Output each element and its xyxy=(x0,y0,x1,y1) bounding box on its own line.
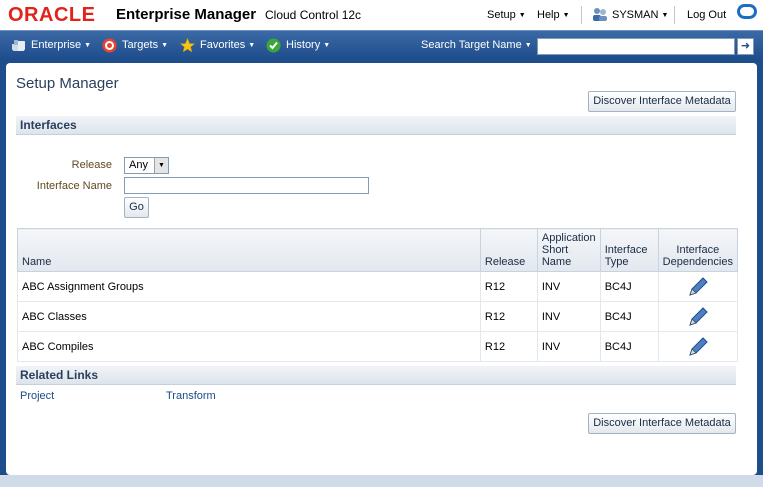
cell-app-short-name: INV xyxy=(536,301,601,332)
chevron-down-icon: ▼ xyxy=(518,12,526,19)
enterprise-icon xyxy=(12,40,25,51)
cell-interface-type: BC4J xyxy=(599,331,659,362)
edit-pencil-icon[interactable] xyxy=(687,276,709,298)
setup-menu-label: Setup xyxy=(487,9,516,21)
column-header-app-short-name[interactable]: Application Short Name xyxy=(536,228,601,272)
cell-app-short-name: INV xyxy=(536,331,601,362)
nav-history[interactable]: History ▼ xyxy=(286,39,330,51)
nav-targets[interactable]: Targets ▼ xyxy=(122,39,168,51)
chevron-down-icon: ▼ xyxy=(524,42,532,49)
cell-release: R12 xyxy=(479,271,538,302)
cell-name: ABC Compiles xyxy=(17,331,481,362)
nav-history-label: History xyxy=(286,39,321,51)
discover-interface-metadata-button[interactable]: Discover Interface Metadata xyxy=(588,91,736,112)
search-target-dropdown[interactable]: Search Target Name ▼ xyxy=(421,39,532,51)
bottom-strip xyxy=(0,475,763,487)
interface-name-label: Interface Name xyxy=(36,180,112,192)
related-links-section-header: Related Links xyxy=(16,366,736,385)
project-link[interactable]: Project xyxy=(20,390,54,402)
discover-interface-metadata-button-bottom[interactable]: Discover Interface Metadata xyxy=(588,413,736,434)
targets-icon xyxy=(102,38,117,53)
cell-interface-dependencies xyxy=(657,271,739,302)
table-header-row: Name Release Application Short Name Inte… xyxy=(17,228,739,272)
edit-pencil-icon[interactable] xyxy=(687,306,709,328)
chevron-down-icon: ▼ xyxy=(661,12,669,19)
release-select-value: Any xyxy=(129,159,148,171)
column-header-interface-dependencies: Interface Dependencies xyxy=(657,228,739,272)
column-header-interface-type[interactable]: Interface Type xyxy=(599,228,659,272)
nav-enterprise[interactable]: Enterprise ▼ xyxy=(31,39,91,51)
nav-favorites[interactable]: Favorites ▼ xyxy=(200,39,255,51)
main-navbar: Enterprise ▼ Targets ▼ Favorites ▼ History ▼… xyxy=(0,30,763,60)
setup-menu[interactable]: Setup ▼ xyxy=(487,9,526,21)
cell-name: ABC Classes xyxy=(17,301,481,332)
chevron-down-icon: ▼ xyxy=(323,42,331,49)
cell-interface-type: BC4J xyxy=(599,301,659,332)
page-title: Setup Manager xyxy=(16,75,119,92)
nav-enterprise-label: Enterprise xyxy=(31,39,82,51)
transform-link[interactable]: Transform xyxy=(166,390,216,402)
nav-favorites-label: Favorites xyxy=(200,39,246,51)
app-title: Enterprise Manager xyxy=(116,6,257,23)
search-target-label: Search Target Name xyxy=(421,39,522,51)
chevron-down-icon: ▼ xyxy=(84,42,92,49)
history-icon xyxy=(266,38,281,53)
column-header-release[interactable]: Release xyxy=(479,228,538,272)
chevron-down-icon: ▼ xyxy=(562,12,570,19)
user-menu[interactable]: SYSMAN ▼ xyxy=(612,9,668,21)
interface-name-input[interactable] xyxy=(124,177,369,194)
user-menu-label: SYSMAN xyxy=(612,9,659,21)
app-subtitle: Cloud Control 12c xyxy=(265,8,362,22)
oracle-logo: ORACLE xyxy=(8,4,96,26)
edit-pencil-icon[interactable] xyxy=(687,336,709,358)
release-label: Release xyxy=(71,159,112,171)
go-button[interactable]: Go xyxy=(124,197,149,218)
cell-interface-dependencies xyxy=(657,301,739,332)
global-header: ORACLE Enterprise Manager Cloud Control … xyxy=(0,0,763,30)
divider xyxy=(674,6,675,24)
user-icon xyxy=(593,8,607,21)
column-header-name[interactable]: Name xyxy=(17,228,481,272)
release-select[interactable]: Any ▼ xyxy=(124,157,169,174)
related-links-section-title: Related Links xyxy=(20,368,99,382)
interfaces-section-header: Interfaces xyxy=(16,116,736,135)
logout-link[interactable]: Log Out xyxy=(687,9,726,21)
cell-release: R12 xyxy=(479,301,538,332)
table-row: ABC Compiles R12 INV BC4J xyxy=(17,331,739,362)
cell-release: R12 xyxy=(479,331,538,362)
search-go-arrow-icon[interactable]: ➜ xyxy=(737,38,754,55)
cell-name: ABC Assignment Groups xyxy=(17,271,481,302)
cell-interface-type: BC4J xyxy=(599,271,659,302)
divider xyxy=(581,6,582,24)
cell-interface-dependencies xyxy=(657,331,739,362)
search-target-input[interactable] xyxy=(537,38,735,55)
help-menu-label: Help xyxy=(537,9,560,21)
help-menu[interactable]: Help ▼ xyxy=(537,9,570,21)
chevron-down-icon: ▼ xyxy=(161,42,169,49)
cell-app-short-name: INV xyxy=(536,271,601,302)
interfaces-section-title: Interfaces xyxy=(20,118,77,132)
chevron-down-icon: ▼ xyxy=(154,158,168,173)
star-icon xyxy=(180,38,195,53)
table-row: ABC Classes R12 INV BC4J xyxy=(17,301,739,332)
table-row: ABC Assignment Groups R12 INV BC4J xyxy=(17,271,739,302)
nav-targets-label: Targets xyxy=(122,39,159,51)
oracle-o-logo-icon xyxy=(737,4,757,19)
chevron-down-icon: ▼ xyxy=(248,42,256,49)
interfaces-table: Name Release Application Short Name Inte… xyxy=(17,228,739,362)
